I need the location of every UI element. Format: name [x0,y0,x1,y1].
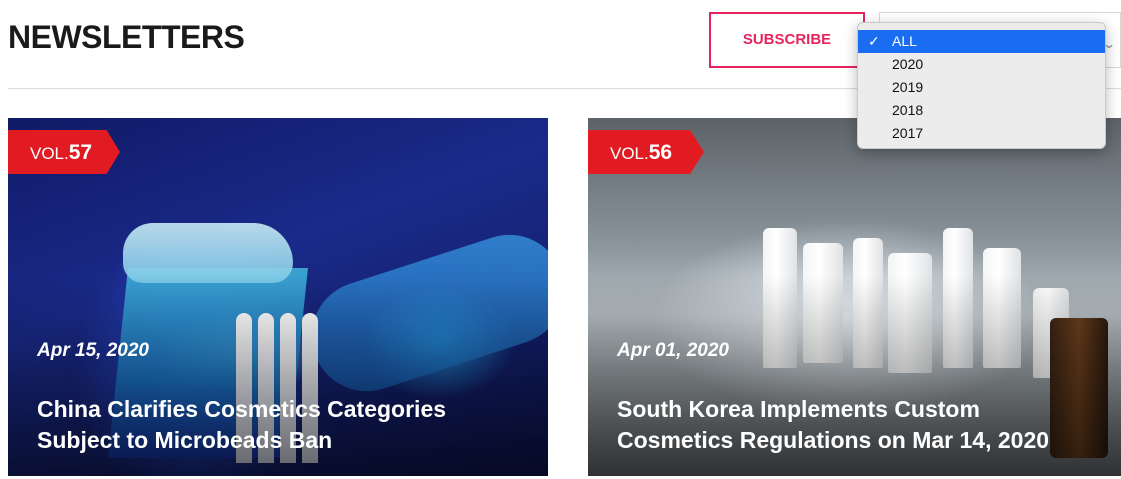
year-option-2017[interactable]: 2017 [858,122,1105,145]
year-option-label: 2020 [892,56,924,72]
year-option-2019[interactable]: 2019 [858,76,1105,99]
volume-number: 56 [648,141,673,164]
volume-prefix: VOL. [610,144,649,163]
card-date: Apr 15, 2020 [37,340,149,361]
volume-badge: VOL.56 [588,130,704,174]
year-option-label: 2017 [892,125,924,141]
volume-prefix: VOL. [30,144,69,163]
year-option-all[interactable]: ✓ ALL [858,30,1105,53]
newsletter-card-vol-56[interactable]: VOL.56 Apr 01, 2020 South Korea Implemen… [588,118,1121,476]
checkmark-icon: ✓ [868,33,880,49]
volume-number: 57 [68,141,93,164]
subscribe-button[interactable]: SUBSCRIBE [709,12,865,68]
year-filter-dropdown[interactable]: ✓ ALL 2020 2019 2018 2017 [857,22,1106,149]
year-option-label: 2018 [892,102,924,118]
year-option-label: 2019 [892,79,924,95]
card-title[interactable]: China Clarifies Cosmetics Categories Sub… [37,394,517,456]
card-date: Apr 01, 2020 [617,340,729,361]
year-option-label: ALL [892,33,917,49]
newsletter-card-vol-57[interactable]: VOL.57 Apr 15, 2020 China Clarifies Cosm… [8,118,548,476]
year-option-2018[interactable]: 2018 [858,99,1105,122]
page-title: NEWSLETTERS [8,19,245,55]
year-option-2020[interactable]: 2020 [858,53,1105,76]
volume-badge: VOL.57 [8,130,120,174]
card-title[interactable]: South Korea Implements Custom Cosmetics … [617,394,1097,456]
